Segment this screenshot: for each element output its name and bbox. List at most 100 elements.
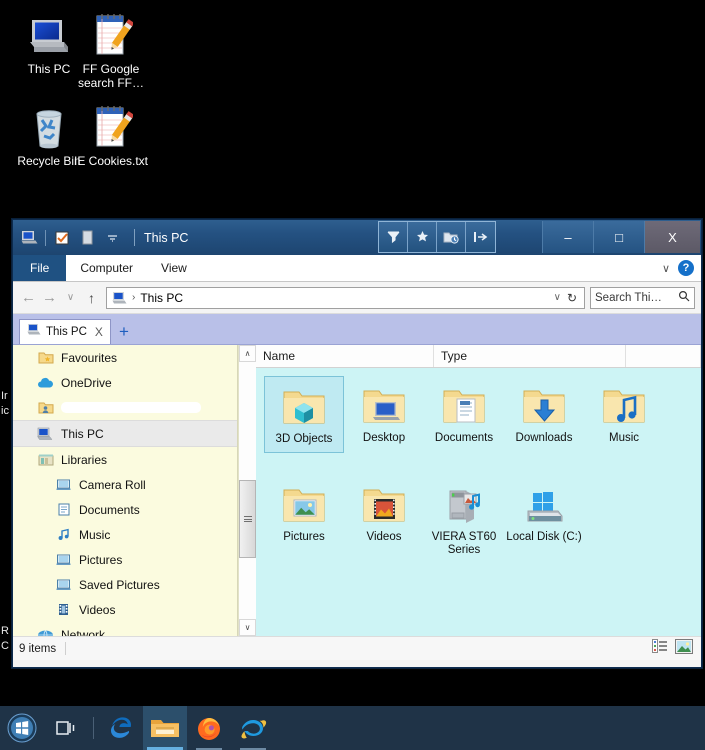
- close-icon[interactable]: X: [95, 325, 103, 339]
- title-tool-group[interactable]: [378, 221, 496, 253]
- file-item-viera-st60[interactable]: VIERA ST60 Series: [424, 475, 504, 563]
- media-device-icon: [424, 479, 504, 531]
- address-bar-row[interactable]: ← → ∨ ↑ › This PC ∨ ↻ Search Thi…: [13, 282, 701, 314]
- sidebar-item-videos[interactable]: Videos: [13, 597, 237, 622]
- file-item-downloads[interactable]: Downloads: [504, 376, 584, 453]
- new-folder-icon[interactable]: [76, 227, 98, 249]
- column-header-extra[interactable]: [626, 345, 701, 367]
- minimize-button[interactable]: –: [542, 221, 593, 253]
- file-item-3d-objects[interactable]: 3D Objects: [264, 376, 344, 453]
- tab-file[interactable]: File: [13, 255, 67, 281]
- navigation-pane[interactable]: Favourites OneDrive This PC Libraries Ca…: [13, 345, 238, 636]
- task-view-button[interactable]: [44, 706, 88, 750]
- folder-videos-icon: [344, 479, 424, 531]
- content-pane[interactable]: Name Type 3D Objects Desktop Documents D…: [256, 345, 701, 636]
- explorer-tab[interactable]: This PC X: [19, 319, 111, 344]
- internet-explorer-taskbar-button[interactable]: [231, 706, 275, 750]
- scroll-up-button[interactable]: ∧: [239, 345, 256, 362]
- up-button[interactable]: ↑: [82, 287, 101, 309]
- folder-music-icon: [584, 380, 664, 432]
- file-item-label: VIERA ST60 Series: [431, 531, 497, 556]
- pin-icon[interactable]: [408, 222, 437, 252]
- scroll-down-button[interactable]: ∨: [239, 619, 256, 636]
- desktop-icon-ff-google-search[interactable]: FF Google search FF…: [64, 8, 158, 90]
- chevron-down-icon[interactable]: ∨: [548, 292, 567, 303]
- sidebar-item-user-folder[interactable]: [13, 395, 237, 420]
- search-text[interactable]: Search Thi…: [595, 292, 678, 304]
- sidebar-item-saved-pictures[interactable]: Saved Pictures: [13, 572, 237, 597]
- sidebar-item-favourites[interactable]: Favourites: [13, 345, 237, 370]
- tab-view[interactable]: View: [147, 255, 201, 281]
- quick-access-toolbar[interactable]: [13, 227, 135, 249]
- large-icons-view-button[interactable]: [675, 638, 693, 659]
- close-button[interactable]: X: [644, 221, 700, 253]
- column-header-row[interactable]: Name Type: [256, 345, 701, 368]
- folder-history-icon[interactable]: [437, 222, 466, 252]
- edge-taskbar-button[interactable]: [99, 706, 143, 750]
- tab-strip[interactable]: This PC X +: [13, 314, 701, 345]
- sidebar-item-label: Favourites: [61, 350, 118, 365]
- sidebar-item-documents[interactable]: Documents: [13, 497, 237, 522]
- explorer-tab-label: This PC: [46, 326, 87, 338]
- address-input[interactable]: › This PC ∨ ↻: [106, 286, 585, 309]
- taskbar[interactable]: [0, 706, 705, 750]
- search-icon[interactable]: [678, 289, 690, 307]
- file-item-desktop[interactable]: Desktop: [344, 376, 424, 453]
- sidebar-item-camera-roll[interactable]: Camera Roll: [13, 472, 237, 497]
- desktop-icon-label: FF Google search FF…: [77, 62, 144, 90]
- properties-icon[interactable]: [51, 227, 73, 249]
- scrollbar-thumb[interactable]: [239, 480, 256, 558]
- status-bar: 9 items: [13, 636, 701, 660]
- chevron-down-icon[interactable]: ∨: [662, 262, 670, 275]
- view-buttons[interactable]: [652, 637, 693, 660]
- help-icon[interactable]: ?: [678, 260, 694, 276]
- maximize-button[interactable]: □: [593, 221, 644, 253]
- refresh-icon[interactable]: ↻: [567, 291, 580, 305]
- back-button[interactable]: ←: [19, 287, 38, 309]
- sidebar-item-libraries[interactable]: Libraries: [13, 447, 237, 472]
- sidebar-item-onedrive[interactable]: OneDrive: [13, 370, 237, 395]
- file-item-documents[interactable]: Documents: [424, 376, 504, 453]
- breadcrumb-path[interactable]: This PC: [140, 291, 547, 305]
- sidebar-item-label: Videos: [79, 602, 116, 617]
- go-to-icon[interactable]: [466, 222, 495, 252]
- file-item-label: Pictures: [283, 531, 325, 543]
- new-tab-button[interactable]: +: [111, 319, 137, 344]
- user-folder-icon: [37, 399, 54, 416]
- filter-icon[interactable]: [379, 222, 408, 252]
- file-explorer-window[interactable]: This PC – □ X File Computer View ∨ ? ← →…: [12, 219, 702, 668]
- this-pc-icon[interactable]: [18, 227, 40, 249]
- column-header-type[interactable]: Type: [434, 345, 626, 367]
- title-separator: [134, 229, 135, 246]
- firefox-taskbar-button[interactable]: [187, 706, 231, 750]
- start-button[interactable]: [0, 706, 44, 750]
- search-input[interactable]: Search Thi…: [590, 286, 695, 309]
- file-item-pictures[interactable]: Pictures: [264, 475, 344, 563]
- item-grid[interactable]: 3D Objects Desktop Documents Downloads M…: [256, 368, 701, 563]
- window-title-bar[interactable]: This PC – □ X: [13, 220, 701, 255]
- sidebar-item-pictures[interactable]: Pictures: [13, 547, 237, 572]
- ribbon-tab-bar[interactable]: File Computer View ∨ ?: [13, 255, 701, 282]
- sidebar-item-network[interactable]: Network: [13, 622, 237, 636]
- documents-library-icon: [55, 501, 72, 518]
- desktop-icon-ie-cookies[interactable]: IE Cookies.txt: [64, 100, 158, 168]
- details-view-button[interactable]: [652, 639, 668, 658]
- sidebar-item-this-pc[interactable]: This PC: [13, 420, 237, 447]
- customize-qat-icon[interactable]: [101, 227, 123, 249]
- folder-documents-icon: [424, 380, 504, 432]
- window-body: Favourites OneDrive This PC Libraries Ca…: [13, 345, 701, 636]
- file-item-music[interactable]: Music: [584, 376, 664, 453]
- sidebar-item-label: Network: [61, 627, 106, 637]
- breadcrumb-separator: ›: [132, 292, 136, 303]
- file-item-videos[interactable]: Videos: [344, 475, 424, 563]
- file-explorer-taskbar-button[interactable]: [143, 706, 187, 750]
- column-header-name[interactable]: Name: [256, 345, 434, 367]
- tab-computer[interactable]: Computer: [66, 255, 147, 281]
- navigation-scrollbar[interactable]: ∧ ∨: [238, 345, 256, 636]
- desktop-icon-label: IE Cookies.txt: [73, 154, 149, 168]
- file-item-local-disk-c[interactable]: Local Disk (C:): [504, 475, 584, 563]
- forward-button[interactable]: →: [40, 287, 59, 309]
- caption-buttons[interactable]: – □ X: [542, 221, 700, 253]
- recent-locations-button[interactable]: ∨: [61, 287, 80, 309]
- sidebar-item-music[interactable]: Music: [13, 522, 237, 547]
